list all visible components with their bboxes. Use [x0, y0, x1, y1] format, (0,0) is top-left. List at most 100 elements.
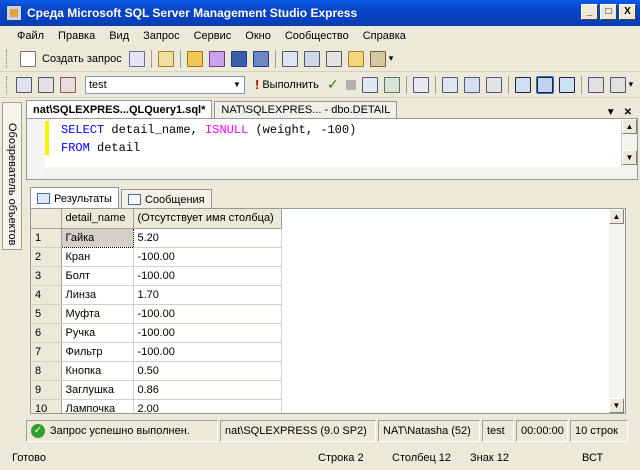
- include-plan-icon[interactable]: [441, 76, 458, 93]
- close-button[interactable]: X: [619, 4, 636, 20]
- table-cell[interactable]: Заглушка: [61, 380, 134, 400]
- table-cell[interactable]: 2.00: [133, 399, 282, 413]
- row-number[interactable]: 4: [31, 285, 62, 305]
- table-row[interactable]: 7 Фильтр -100.00: [31, 342, 282, 362]
- save-all-icon[interactable]: [252, 50, 269, 67]
- table-cell[interactable]: -100.00: [133, 266, 282, 286]
- scroll-up-icon[interactable]: ▲: [609, 209, 624, 224]
- row-number[interactable]: 8: [31, 361, 62, 381]
- close-tab-icon[interactable]: ✕: [624, 107, 632, 118]
- scroll-down-icon[interactable]: ▼: [622, 150, 637, 165]
- cancel-execution-icon[interactable]: [345, 79, 356, 90]
- results-to-grid-icon[interactable]: [535, 75, 554, 94]
- grid-vertical-scrollbar[interactable]: ▲ ▼: [609, 209, 625, 413]
- row-number[interactable]: 6: [31, 323, 62, 343]
- new-query-button[interactable]: Создать запрос: [13, 50, 126, 67]
- table-cell[interactable]: -100.00: [133, 323, 282, 343]
- toolbar-overflow-icon[interactable]: ▾: [389, 53, 394, 64]
- intellisense-icon[interactable]: [412, 76, 429, 93]
- parse-check-icon[interactable]: ✓: [327, 76, 339, 93]
- row-number-header[interactable]: [31, 209, 62, 229]
- menu-tools[interactable]: Сервис: [187, 30, 239, 42]
- row-number[interactable]: 10: [31, 399, 62, 413]
- tab-query1[interactable]: nat\SQLEXPRES...QLQuery1.sql*: [26, 100, 213, 118]
- table-cell[interactable]: Кран: [61, 247, 134, 267]
- table-cell[interactable]: 0.50: [133, 361, 282, 381]
- toolbar-grip[interactable]: [6, 75, 9, 94]
- table-cell[interactable]: Лампочка: [61, 399, 134, 413]
- sql-editor[interactable]: SELECT detail_name, ISNULL (weight, -100…: [26, 118, 638, 180]
- change-connection-icon[interactable]: [60, 76, 76, 93]
- new-file-icon[interactable]: [128, 50, 145, 67]
- connect-icon[interactable]: [16, 76, 32, 93]
- row-number[interactable]: 7: [31, 342, 62, 362]
- table-cell[interactable]: Болт: [61, 266, 134, 286]
- results-to-text-icon[interactable]: [514, 76, 531, 93]
- scroll-down-icon[interactable]: ▼: [609, 398, 624, 413]
- table-cell[interactable]: Гайка: [60, 227, 134, 248]
- menu-file[interactable]: Файл: [10, 30, 51, 42]
- results-to-file-icon[interactable]: [558, 76, 575, 93]
- table-row[interactable]: 5 Муфта -100.00: [31, 304, 282, 324]
- table-cell[interactable]: 5.20: [133, 228, 282, 248]
- tab-dbo-detail[interactable]: NAT\SQLEXPRES... - dbo.DETAIL: [214, 101, 398, 118]
- client-statistics-icon[interactable]: [463, 76, 480, 93]
- object-explorer-side-tab[interactable]: Обозреватель объектов: [2, 102, 22, 250]
- table-cell[interactable]: Фильтр: [61, 342, 134, 362]
- column-header[interactable]: (Отсутствует имя столбца): [133, 209, 282, 229]
- uncomment-lines-icon[interactable]: [609, 76, 626, 93]
- minimize-button[interactable]: _: [581, 4, 598, 20]
- scroll-up-icon[interactable]: ▲: [622, 119, 637, 134]
- table-cell[interactable]: -100.00: [133, 247, 282, 267]
- table-row[interactable]: 3 Болт -100.00: [31, 266, 282, 286]
- database-select[interactable]: test ▼: [85, 75, 245, 94]
- tab-messages[interactable]: Сообщения: [120, 189, 212, 209]
- registered-servers-icon[interactable]: [281, 50, 298, 67]
- toolbar-grip[interactable]: [6, 49, 9, 68]
- table-cell[interactable]: Кнопка: [61, 361, 134, 381]
- row-number[interactable]: 3: [31, 266, 62, 286]
- table-cell[interactable]: -100.00: [133, 342, 282, 362]
- tab-results[interactable]: Результаты: [30, 187, 119, 209]
- menu-help[interactable]: Справка: [356, 30, 413, 42]
- database-engine-query-icon[interactable]: [157, 50, 174, 67]
- row-number[interactable]: 5: [31, 304, 62, 324]
- execute-button[interactable]: ! Выполнить: [251, 77, 323, 92]
- table-cell[interactable]: 1.70: [133, 285, 282, 305]
- editor-vertical-scrollbar[interactable]: ▲ ▼: [621, 119, 637, 179]
- editor-horizontal-scrollbar[interactable]: [45, 167, 623, 179]
- display-plan-icon[interactable]: [361, 76, 378, 93]
- table-cell[interactable]: Муфта: [61, 304, 134, 324]
- template-explorer-icon[interactable]: [347, 50, 364, 67]
- comment-lines-icon[interactable]: [587, 76, 604, 93]
- tab-list-icon[interactable]: ▼: [606, 107, 616, 118]
- object-explorer-icon[interactable]: [303, 50, 320, 67]
- table-row[interactable]: 9 Заглушка 0.86: [31, 380, 282, 400]
- disconnect-icon[interactable]: [38, 76, 54, 93]
- table-row[interactable]: 2 Кран -100.00: [31, 247, 282, 267]
- table-row[interactable]: 6 Ручка -100.00: [31, 323, 282, 343]
- menu-query[interactable]: Запрос: [136, 30, 186, 42]
- menu-edit[interactable]: Правка: [51, 30, 102, 42]
- open-folder-icon[interactable]: [186, 50, 203, 67]
- sqlcmd-mode-icon[interactable]: [485, 76, 502, 93]
- menu-view[interactable]: Вид: [102, 30, 136, 42]
- maximize-button[interactable]: □: [600, 4, 617, 20]
- row-number[interactable]: 1: [31, 228, 62, 248]
- column-header[interactable]: detail_name: [61, 209, 134, 229]
- table-row[interactable]: 4 Линза 1.70: [31, 285, 282, 305]
- table-cell[interactable]: 0.86: [133, 380, 282, 400]
- save-icon[interactable]: [230, 50, 247, 67]
- properties-icon[interactable]: [369, 50, 386, 67]
- table-cell[interactable]: Ручка: [61, 323, 134, 343]
- toolbar-overflow-icon[interactable]: ▾: [629, 79, 634, 90]
- query-designer-icon[interactable]: [383, 76, 400, 93]
- table-cell[interactable]: -100.00: [133, 304, 282, 324]
- table-row[interactable]: 1 Гайка 5.20: [31, 227, 282, 248]
- table-row[interactable]: 8 Кнопка 0.50: [31, 361, 282, 381]
- open-project-icon[interactable]: [208, 50, 225, 67]
- menu-window[interactable]: Окно: [238, 30, 278, 42]
- sql-code[interactable]: SELECT detail_name, ISNULL (weight, -100…: [61, 121, 356, 157]
- table-cell[interactable]: Линза: [61, 285, 134, 305]
- menu-community[interactable]: Сообщество: [278, 30, 356, 42]
